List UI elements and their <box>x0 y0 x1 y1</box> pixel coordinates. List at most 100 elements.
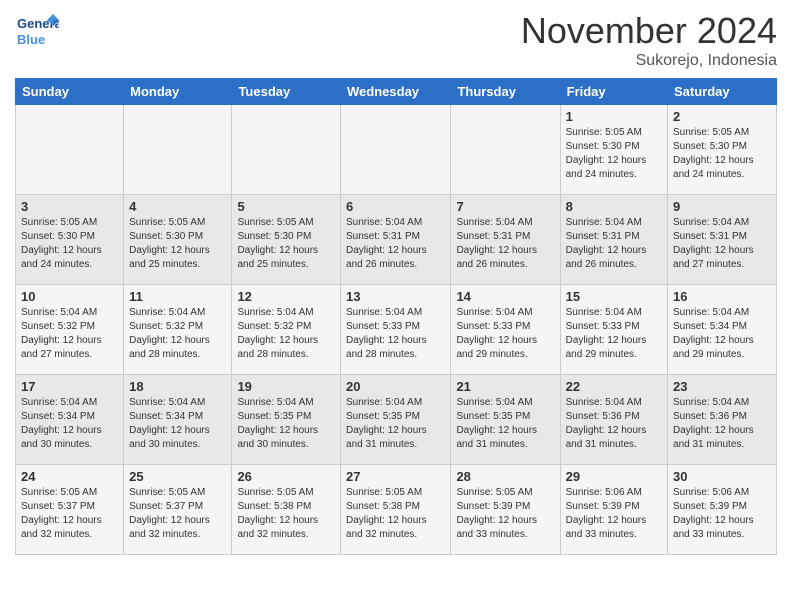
day-number: 22 <box>566 379 662 394</box>
cell-w2-d5: 7Sunrise: 5:04 AM Sunset: 5:31 PM Daylig… <box>451 195 560 285</box>
day-info: Sunrise: 5:06 AM Sunset: 5:39 PM Dayligh… <box>566 486 662 542</box>
day-info: Sunrise: 5:05 AM Sunset: 5:30 PM Dayligh… <box>129 216 226 272</box>
col-tuesday: Tuesday <box>232 79 341 105</box>
cell-w1-d4 <box>341 105 451 195</box>
day-info: Sunrise: 5:04 AM Sunset: 5:31 PM Dayligh… <box>346 216 445 272</box>
cell-w5-d5: 28Sunrise: 5:05 AM Sunset: 5:39 PM Dayli… <box>451 465 560 555</box>
day-info: Sunrise: 5:04 AM Sunset: 5:31 PM Dayligh… <box>566 216 662 272</box>
cell-w1-d2 <box>124 105 232 195</box>
day-number: 10 <box>21 289 118 304</box>
day-info: Sunrise: 5:04 AM Sunset: 5:33 PM Dayligh… <box>566 306 662 362</box>
day-info: Sunrise: 5:05 AM Sunset: 5:30 PM Dayligh… <box>566 126 662 182</box>
week-row-2: 3 Sunrise: 5:05 AM Sunset: 5:30 PM Daylig… <box>16 195 777 285</box>
cell-w2-d1: 3 Sunrise: 5:05 AM Sunset: 5:30 PM Daylig… <box>16 195 124 285</box>
day-number: 4 <box>129 199 226 214</box>
day-info: Sunrise: 5:04 AM Sunset: 5:35 PM Dayligh… <box>456 396 554 452</box>
svg-text:Blue: Blue <box>17 32 45 47</box>
cell-w3-d5: 14Sunrise: 5:04 AM Sunset: 5:33 PM Dayli… <box>451 285 560 375</box>
day-info: Sunrise: 5:04 AM Sunset: 5:33 PM Dayligh… <box>346 306 445 362</box>
day-number: 26 <box>237 469 335 484</box>
week-row-1: 1 Sunrise: 5:05 AM Sunset: 5:30 PM Daylig… <box>16 105 777 195</box>
cell-w5-d4: 27Sunrise: 5:05 AM Sunset: 5:38 PM Dayli… <box>341 465 451 555</box>
week-row-5: 24 Sunrise: 5:05 AM Sunset: 5:37 PM Dayli… <box>16 465 777 555</box>
cell-w2-d2: 4 Sunrise: 5:05 AM Sunset: 5:30 PM Daylig… <box>124 195 232 285</box>
cell-w4-d6: 22 Sunrise: 5:04 AM Sunset: 5:36 PM Dayli… <box>560 375 667 465</box>
day-info: Sunrise: 5:04 AM Sunset: 5:32 PM Dayligh… <box>237 306 335 362</box>
cell-w4-d7: 23 Sunrise: 5:04 AM Sunset: 5:36 PM Dayli… <box>668 375 777 465</box>
cell-w3-d1: 10 Sunrise: 5:04 AM Sunset: 5:32 PM Dayli… <box>16 285 124 375</box>
day-info: Sunrise: 5:04 AM Sunset: 5:34 PM Dayligh… <box>21 396 118 452</box>
day-number: 9 <box>673 199 771 214</box>
col-saturday: Saturday <box>668 79 777 105</box>
title-area: November 2024 Sukorejo, Indonesia <box>521 10 777 70</box>
cell-w5-d6: 29Sunrise: 5:06 AM Sunset: 5:39 PM Dayli… <box>560 465 667 555</box>
col-wednesday: Wednesday <box>341 79 451 105</box>
day-number: 3 <box>21 199 118 214</box>
calendar-table: Sunday Monday Tuesday Wednesday Thursday… <box>15 78 777 555</box>
calendar-header: Sunday Monday Tuesday Wednesday Thursday… <box>16 79 777 105</box>
cell-w2-d4: 6 Sunrise: 5:04 AM Sunset: 5:31 PM Daylig… <box>341 195 451 285</box>
cell-w1-d7: 2 Sunrise: 5:05 AM Sunset: 5:30 PM Daylig… <box>668 105 777 195</box>
day-info: Sunrise: 5:06 AM Sunset: 5:39 PM Dayligh… <box>673 486 771 542</box>
day-number: 17 <box>21 379 118 394</box>
day-number: 13 <box>346 289 445 304</box>
day-info: Sunrise: 5:05 AM Sunset: 5:30 PM Dayligh… <box>21 216 118 272</box>
day-info: Sunrise: 5:04 AM Sunset: 5:33 PM Dayligh… <box>456 306 554 362</box>
day-number: 15 <box>566 289 662 304</box>
day-info: Sunrise: 5:04 AM Sunset: 5:36 PM Dayligh… <box>566 396 662 452</box>
week-row-4: 17 Sunrise: 5:04 AM Sunset: 5:34 PM Dayli… <box>16 375 777 465</box>
day-info: Sunrise: 5:05 AM Sunset: 5:38 PM Dayligh… <box>237 486 335 542</box>
day-info: Sunrise: 5:04 AM Sunset: 5:32 PM Dayligh… <box>21 306 118 362</box>
cell-w4-d5: 21Sunrise: 5:04 AM Sunset: 5:35 PM Dayli… <box>451 375 560 465</box>
cell-w2-d7: 9 Sunrise: 5:04 AM Sunset: 5:31 PM Daylig… <box>668 195 777 285</box>
cell-w2-d6: 8 Sunrise: 5:04 AM Sunset: 5:31 PM Daylig… <box>560 195 667 285</box>
cell-w4-d3: 19 Sunrise: 5:04 AM Sunset: 5:35 PM Dayli… <box>232 375 341 465</box>
cell-w1-d5 <box>451 105 560 195</box>
day-number: 24 <box>21 469 118 484</box>
col-sunday: Sunday <box>16 79 124 105</box>
cell-w1-d1 <box>16 105 124 195</box>
day-number: 20 <box>346 379 445 394</box>
day-number: 2 <box>673 109 771 124</box>
day-number: 7 <box>456 199 554 214</box>
day-number: 1 <box>566 109 662 124</box>
day-number: 23 <box>673 379 771 394</box>
header: General Blue November 2024 Sukorejo, Ind… <box>15 10 777 70</box>
page: General Blue November 2024 Sukorejo, Ind… <box>0 0 792 612</box>
day-info: Sunrise: 5:04 AM Sunset: 5:35 PM Dayligh… <box>237 396 335 452</box>
cell-w5-d7: 30 Sunrise: 5:06 AM Sunset: 5:39 PM Dayli… <box>668 465 777 555</box>
logo-icon: General Blue <box>15 10 59 54</box>
cell-w5-d1: 24 Sunrise: 5:05 AM Sunset: 5:37 PM Dayli… <box>16 465 124 555</box>
cell-w2-d3: 5Sunrise: 5:05 AM Sunset: 5:30 PM Daylig… <box>232 195 341 285</box>
cell-w3-d2: 11Sunrise: 5:04 AM Sunset: 5:32 PM Dayli… <box>124 285 232 375</box>
day-number: 12 <box>237 289 335 304</box>
day-number: 30 <box>673 469 771 484</box>
day-info: Sunrise: 5:04 AM Sunset: 5:32 PM Dayligh… <box>129 306 226 362</box>
calendar-body: 1 Sunrise: 5:05 AM Sunset: 5:30 PM Daylig… <box>16 105 777 555</box>
day-number: 18 <box>129 379 226 394</box>
col-friday: Friday <box>560 79 667 105</box>
day-number: 6 <box>346 199 445 214</box>
cell-w1-d3 <box>232 105 341 195</box>
cell-w3-d4: 13 Sunrise: 5:04 AM Sunset: 5:33 PM Dayli… <box>341 285 451 375</box>
week-row-3: 10 Sunrise: 5:04 AM Sunset: 5:32 PM Dayli… <box>16 285 777 375</box>
cell-w4-d2: 18Sunrise: 5:04 AM Sunset: 5:34 PM Dayli… <box>124 375 232 465</box>
day-number: 8 <box>566 199 662 214</box>
cell-w3-d6: 15 Sunrise: 5:04 AM Sunset: 5:33 PM Dayli… <box>560 285 667 375</box>
day-number: 19 <box>237 379 335 394</box>
day-info: Sunrise: 5:04 AM Sunset: 5:36 PM Dayligh… <box>673 396 771 452</box>
day-info: Sunrise: 5:05 AM Sunset: 5:39 PM Dayligh… <box>456 486 554 542</box>
cell-w3-d7: 16 Sunrise: 5:04 AM Sunset: 5:34 PM Dayli… <box>668 285 777 375</box>
day-number: 5 <box>237 199 335 214</box>
logo: General Blue <box>15 10 59 54</box>
day-number: 25 <box>129 469 226 484</box>
day-number: 16 <box>673 289 771 304</box>
day-info: Sunrise: 5:04 AM Sunset: 5:34 PM Dayligh… <box>673 306 771 362</box>
cell-w4-d4: 20Sunrise: 5:04 AM Sunset: 5:35 PM Dayli… <box>341 375 451 465</box>
day-info: Sunrise: 5:04 AM Sunset: 5:31 PM Dayligh… <box>673 216 771 272</box>
day-info: Sunrise: 5:05 AM Sunset: 5:30 PM Dayligh… <box>673 126 771 182</box>
logo: General Blue <box>15 10 59 54</box>
day-info: Sunrise: 5:05 AM Sunset: 5:38 PM Dayligh… <box>346 486 445 542</box>
day-info: Sunrise: 5:05 AM Sunset: 5:37 PM Dayligh… <box>21 486 118 542</box>
col-monday: Monday <box>124 79 232 105</box>
